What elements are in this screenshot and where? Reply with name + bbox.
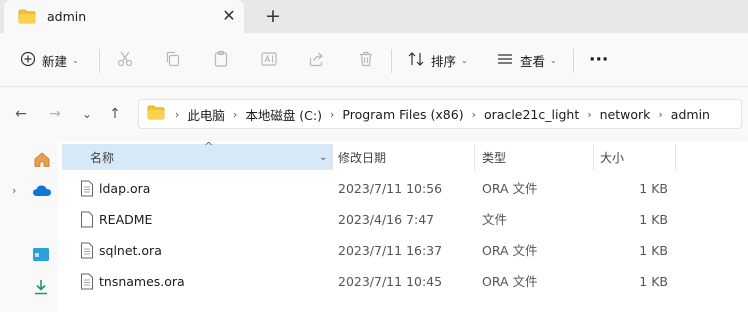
view-button-label: 查看 [520,53,546,69]
address-row: ← → ⌄ ↑ › 此电脑 › 本地磁盘 (C:) › Program File… [0,87,748,141]
tab-title: admin [47,9,87,24]
column-header-type-label: 类型 [482,150,507,165]
breadcrumb-program-files[interactable]: Program Files (x86) [342,107,463,122]
file-icon [80,242,94,262]
file-row[interactable]: tnsnames.ora 2023/7/11 10:45 ORA 文件 1 KB [58,266,748,297]
toolbar-divider [99,49,100,73]
desktop-icon[interactable] [32,247,50,265]
file-name: README [99,212,153,227]
breadcrumb-separator[interactable]: › [658,108,662,121]
column-header-name-label: 名称 [90,150,115,165]
breadcrumb-admin[interactable]: admin [671,107,710,122]
column-header-modified-label: 修改日期 [338,150,387,165]
file-name: tnsnames.ora [99,274,185,289]
close-tab-button[interactable]: ✕ [220,7,238,25]
back-button[interactable]: ← [10,104,32,124]
tab-admin[interactable]: admin ✕ [4,0,244,33]
breadcrumb-local-disk[interactable]: 本地磁盘 (C:) [245,105,322,124]
up-button[interactable]: ↑ [104,104,126,124]
scissors-icon [116,50,134,71]
file-row[interactable]: README 2023/4/16 7:47 文件 1 KB [58,204,748,235]
expand-chevron-icon[interactable]: › [12,184,16,197]
breadcrumb-separator[interactable]: › [330,108,334,121]
toolbar-divider [391,49,392,73]
chevron-down-icon: ⌄ [550,55,557,65]
recent-locations-button[interactable]: ⌄ [76,104,98,124]
chevron-down-icon: ⌄ [72,55,79,65]
breadcrumb-separator[interactable]: › [472,108,476,121]
column-divider[interactable] [593,144,594,170]
clipboard-icon [212,50,230,71]
file-type: ORA 文件 [482,181,538,196]
file-icon [80,180,94,200]
column-divider[interactable] [332,144,333,170]
file-row[interactable]: ldap.ora 2023/7/11 10:56 ORA 文件 1 KB [58,173,748,204]
more-options-button[interactable]: ··· [589,33,608,87]
tab-strip: admin ✕ + [0,0,748,33]
trash-icon [357,50,375,71]
column-divider[interactable] [675,144,676,170]
onedrive-cloud-icon[interactable] [32,184,52,200]
folder-icon [147,105,165,123]
address-bar[interactable]: › 此电脑 › 本地磁盘 (C:) › Program Files (x86) … [138,99,742,129]
column-header-size[interactable]: 大小 [600,144,676,170]
file-row[interactable]: sqlnet.ora 2023/7/11 16:37 ORA 文件 1 KB [58,235,748,266]
download-icon[interactable] [32,278,50,299]
toolbar-divider [573,49,574,73]
copy-icon [164,50,182,71]
add-circle-icon [20,51,36,70]
file-name: sqlnet.ora [99,243,162,258]
new-button[interactable]: 新建 ⌄ [20,33,79,87]
file-modified: 2023/7/11 10:56 [338,181,443,196]
forward-button[interactable]: → [44,104,66,124]
sort-button-label: 排序 [431,53,457,69]
breadcrumb-oracle[interactable]: oracle21c_light [484,107,579,122]
view-button[interactable]: 查看 ⌄ [496,33,557,87]
column-header-type[interactable]: 类型 [482,144,590,170]
new-tab-button[interactable]: + [262,5,284,27]
file-type: 文件 [482,212,508,227]
column-header-size-label: 大小 [600,150,625,165]
file-list: 名称 ^ ⌄ 修改日期 类型 大小 ldap.ora 2023/7/11 10:… [58,140,748,312]
sort-icon [407,51,425,70]
copy-button[interactable] [164,33,182,87]
column-header-modified[interactable]: 修改日期 [338,144,474,170]
file-type: ORA 文件 [482,243,538,258]
file-icon [80,211,94,231]
breadcrumb-separator[interactable]: › [175,108,179,121]
file-modified: 2023/4/16 7:47 [338,212,435,227]
folder-icon [18,9,36,27]
view-lines-icon [496,52,514,69]
breadcrumb-separator[interactable]: › [233,108,237,121]
share-icon [308,50,326,71]
cut-button[interactable] [116,33,134,87]
chevron-down-icon[interactable]: ⌄ [319,152,327,163]
breadcrumb-separator[interactable]: › [587,108,591,121]
file-size: 1 KB [639,243,668,258]
chevron-down-icon: ⌄ [461,55,468,65]
share-button[interactable] [308,33,326,87]
file-size: 1 KB [639,181,668,196]
file-size: 1 KB [639,274,668,289]
new-button-label: 新建 [42,53,68,69]
breadcrumb-this-pc[interactable]: 此电脑 [187,105,225,124]
file-type: ORA 文件 [482,274,538,289]
delete-button[interactable] [357,33,375,87]
navigation-pane: › [0,141,58,312]
file-modified: 2023/7/11 10:45 [338,274,443,289]
rename-icon [260,50,278,71]
paste-button[interactable] [212,33,230,87]
breadcrumb-network[interactable]: network [600,107,651,122]
column-header-name[interactable]: 名称 ^ ⌄ [62,140,332,170]
file-icon [80,273,94,293]
sort-button[interactable]: 排序 ⌄ [407,33,468,87]
command-bar: 新建 ⌄ 排序 ⌄ 查看 ⌄ ··· [0,33,748,87]
sort-ascending-icon: ^ [204,140,214,153]
file-name: ldap.ora [99,181,151,196]
column-divider[interactable] [474,144,475,170]
rename-button[interactable] [260,33,278,87]
file-modified: 2023/7/11 16:37 [338,243,443,258]
file-size: 1 KB [639,212,668,227]
home-icon[interactable] [33,151,51,171]
